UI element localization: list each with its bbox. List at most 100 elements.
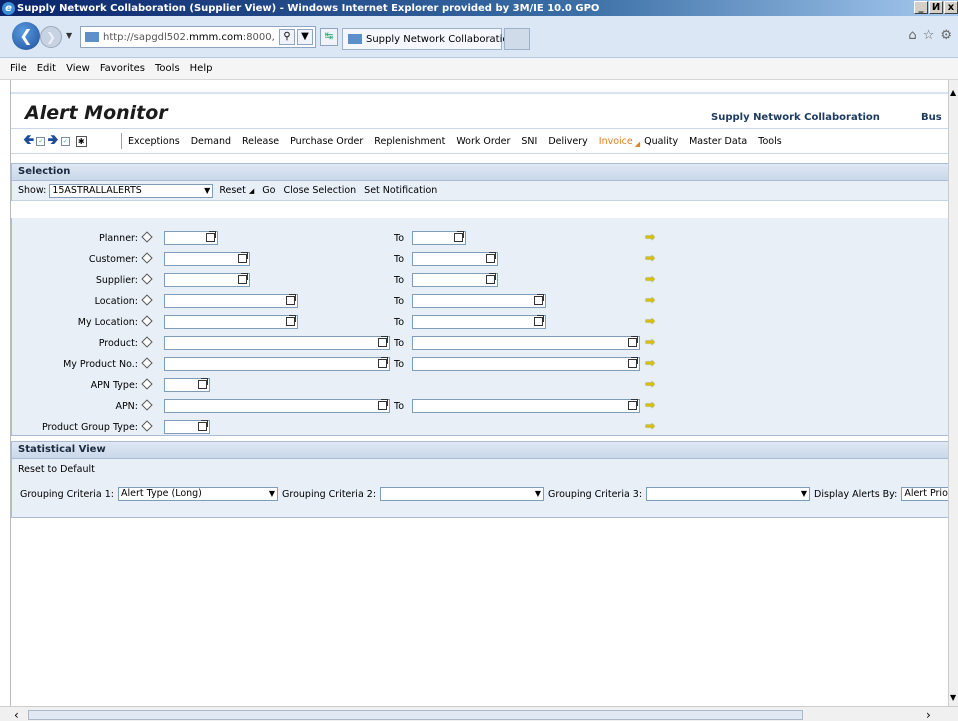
value-help-icon[interactable] <box>486 273 496 284</box>
nav-exceptions[interactable]: Exceptions <box>128 136 180 147</box>
planner-from-input[interactable] <box>164 231 218 245</box>
multiple-selection-arrow-icon[interactable]: ➡ <box>645 314 655 328</box>
nav-forward-icon[interactable]: 🢂 <box>47 129 58 153</box>
new-tab-button[interactable] <box>504 28 530 50</box>
scroll-up-icon[interactable]: ▲ <box>950 88 956 97</box>
customer-to-input[interactable] <box>412 252 498 266</box>
product-from-input[interactable] <box>164 336 390 350</box>
select-options-icon[interactable] <box>141 357 153 369</box>
apn-type-input[interactable] <box>164 378 210 392</box>
forward-arrow-icon[interactable]: ❯ <box>40 26 62 48</box>
value-help-icon[interactable] <box>628 336 638 347</box>
value-help-icon[interactable] <box>238 252 248 263</box>
close-selection-button[interactable]: Close Selection <box>283 185 356 196</box>
my-location-to-input[interactable] <box>412 315 546 329</box>
supplier-to-input[interactable] <box>412 273 498 287</box>
select-options-icon[interactable] <box>141 294 153 306</box>
multiple-selection-arrow-icon[interactable]: ➡ <box>645 356 655 370</box>
go-button[interactable]: Go <box>262 185 275 196</box>
nav-work-order[interactable]: Work Order <box>456 136 510 147</box>
multiple-selection-arrow-icon[interactable]: ➡ <box>645 398 655 412</box>
selection-section-header[interactable]: Selection <box>11 163 948 181</box>
multiple-selection-arrow-icon[interactable]: ➡ <box>645 335 655 349</box>
location-from-input[interactable] <box>164 294 298 308</box>
product-to-input[interactable] <box>412 336 640 350</box>
my-product-no-to-input[interactable] <box>412 357 640 371</box>
maximize-button[interactable]: И <box>929 1 943 14</box>
nav-master-data[interactable]: Master Data <box>689 136 747 147</box>
browser-tab[interactable]: Supply Network Collaboratio... ✖ <box>342 28 527 50</box>
supplier-from-input[interactable] <box>164 273 250 287</box>
value-help-icon[interactable] <box>198 420 208 431</box>
menu-tools[interactable]: Tools <box>155 63 180 74</box>
favorites-star-icon[interactable]: ☆ <box>923 28 935 43</box>
nav-release[interactable]: Release <box>242 136 279 147</box>
scroll-left-icon[interactable]: ‹ <box>14 708 19 721</box>
location-to-input[interactable] <box>412 294 546 308</box>
dropdown-icon[interactable]: ▼ <box>297 29 313 45</box>
my-location-from-input[interactable] <box>164 315 298 329</box>
multiple-selection-arrow-icon[interactable]: ➡ <box>645 377 655 391</box>
nav-demand[interactable]: Demand <box>191 136 231 147</box>
nav-sni[interactable]: SNI <box>521 136 537 147</box>
grouping-criteria-2-select[interactable]: ▼ <box>380 487 545 501</box>
grouping-criteria-1-select[interactable]: Alert Type (Long) ▼ <box>118 487 279 501</box>
nav-quality[interactable]: Quality <box>644 136 678 147</box>
value-help-icon[interactable] <box>534 294 544 305</box>
value-help-icon[interactable] <box>198 378 208 389</box>
menu-view[interactable]: View <box>66 63 90 74</box>
value-help-icon[interactable] <box>286 315 296 326</box>
select-options-icon[interactable] <box>141 336 153 348</box>
value-help-icon[interactable] <box>286 294 296 305</box>
select-options-icon[interactable] <box>141 252 153 264</box>
reset-button[interactable]: Reset ◢ <box>219 185 254 196</box>
minimize-button[interactable]: _ <box>914 1 928 14</box>
scroll-down-icon[interactable]: ▼ <box>950 693 956 702</box>
value-help-icon[interactable] <box>378 357 388 368</box>
close-window-button[interactable]: x <box>944 1 958 14</box>
value-help-icon[interactable] <box>238 273 248 284</box>
home-icon[interactable]: ⌂ <box>908 28 916 43</box>
nav-back-icon[interactable]: 🢀 <box>23 129 34 153</box>
address-bar[interactable]: http://sapgdl502.mmm.com:8000, ⚲ ▼ <box>80 26 316 48</box>
scroll-thumb[interactable] <box>28 710 803 720</box>
my-product-no-from-input[interactable] <box>164 357 390 371</box>
select-options-icon[interactable] <box>141 399 153 411</box>
search-icon[interactable]: ⚲ <box>279 29 295 45</box>
display-alerts-by-select[interactable]: Alert Prio <box>901 487 948 501</box>
set-notification-button[interactable]: Set Notification <box>364 185 437 196</box>
select-options-icon[interactable] <box>141 231 153 243</box>
nav-replenishment[interactable]: Replenishment <box>374 136 445 147</box>
multiple-selection-arrow-icon[interactable]: ➡ <box>645 251 655 265</box>
value-help-icon[interactable] <box>534 315 544 326</box>
overview-grid-icon[interactable]: ✱ <box>75 135 87 147</box>
product-group-type-input[interactable] <box>164 420 210 434</box>
nav-invoice[interactable]: Invoice <box>599 136 633 147</box>
select-options-icon[interactable] <box>141 315 153 327</box>
apn-from-input[interactable] <box>164 399 390 413</box>
value-help-icon[interactable] <box>486 252 496 263</box>
planner-to-input[interactable] <box>412 231 466 245</box>
nav-tools[interactable]: Tools <box>758 136 781 147</box>
reset-to-default-button[interactable]: Reset to Default <box>18 464 95 475</box>
apn-to-input[interactable] <box>412 399 640 413</box>
menu-file[interactable]: File <box>10 63 27 74</box>
multiple-selection-arrow-icon[interactable]: ➡ <box>645 230 655 244</box>
history-dropdown-icon[interactable]: ▼ <box>66 31 72 40</box>
value-help-icon[interactable] <box>378 399 388 410</box>
value-help-icon[interactable] <box>628 399 638 410</box>
back-arrow-icon[interactable]: ❮ <box>12 22 40 50</box>
multiple-selection-arrow-icon[interactable]: ➡ <box>645 293 655 307</box>
nav-delivery[interactable]: Delivery <box>548 136 587 147</box>
select-options-icon[interactable] <box>141 420 153 432</box>
multiple-selection-arrow-icon[interactable]: ➡ <box>645 419 655 433</box>
vertical-scrollbar[interactable]: ▲ ▼ <box>948 80 958 706</box>
value-help-icon[interactable] <box>628 357 638 368</box>
select-options-icon[interactable] <box>141 378 153 390</box>
grouping-criteria-3-select[interactable]: ▼ <box>646 487 811 501</box>
menu-favorites[interactable]: Favorites <box>100 63 145 74</box>
value-help-icon[interactable] <box>454 231 464 242</box>
horizontal-scrollbar[interactable]: ‹ › <box>0 706 958 721</box>
menu-help[interactable]: Help <box>190 63 213 74</box>
value-help-icon[interactable] <box>378 336 388 347</box>
